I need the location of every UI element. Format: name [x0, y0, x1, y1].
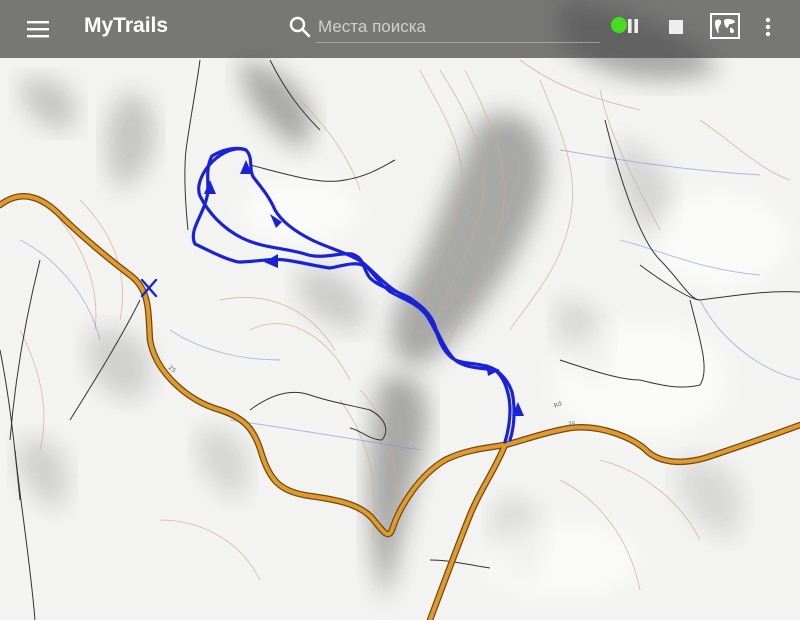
map-canvas[interactable]: 25 25 Rd — [0, 0, 800, 620]
search-icon[interactable] — [287, 14, 313, 40]
hamburger-menu-icon[interactable] — [22, 15, 54, 43]
road-number-label: 25 — [568, 421, 576, 428]
pause-icon[interactable] — [625, 16, 641, 36]
stop-icon[interactable] — [664, 15, 688, 39]
app-title: MyTrails — [84, 14, 169, 37]
world-map-layers-icon[interactable] — [708, 11, 742, 41]
search-input[interactable] — [316, 12, 600, 43]
app-toolbar: MyTrails — [0, 0, 800, 58]
more-vert-icon[interactable] — [756, 13, 780, 41]
